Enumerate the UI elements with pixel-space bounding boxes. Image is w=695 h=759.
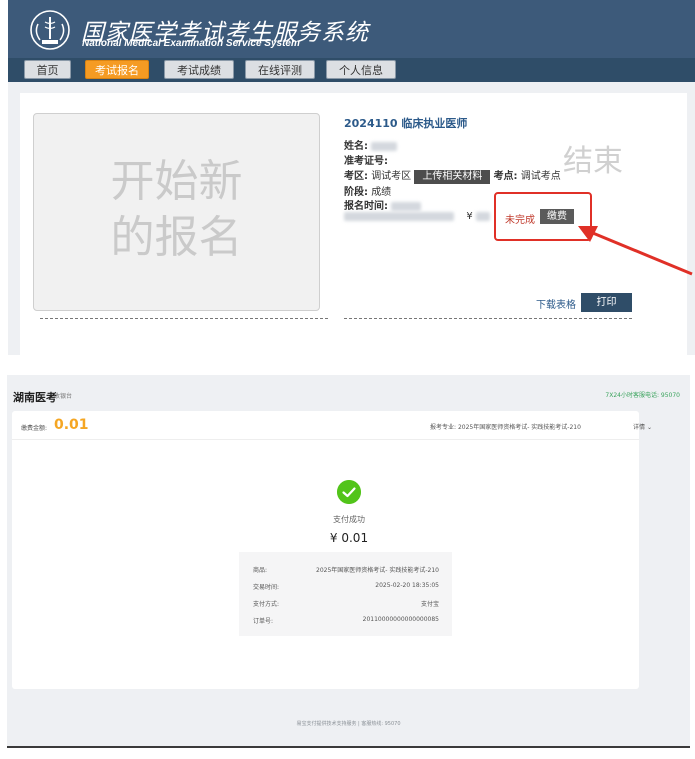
redacted-amount (475, 211, 490, 221)
site-header: 国家医学考试考生服务系统 National Medical Examinatio… (8, 0, 695, 58)
start-new-registration-card[interactable]: 开始新 的报名 (33, 113, 320, 311)
redacted-time (391, 201, 422, 211)
pay-fee-button[interactable]: 缴费 (540, 209, 574, 224)
medical-exam-emblem-icon (30, 10, 70, 50)
exam-title: 2024110 临床执业医师 (344, 117, 468, 130)
main-nav: 首页 考试报名 考试成绩 在线评测 个人信息 (8, 58, 695, 82)
redacted-fee-info (344, 211, 454, 221)
bottom-border (7, 746, 690, 748)
payment-footer: 易宝支付提供技术支持服务 | 客服热线: 95070 (296, 721, 401, 727)
payment-status: 未完成 (505, 215, 535, 226)
payment-status: 支付成功 (333, 515, 365, 524)
nav-exam-registration[interactable]: 考试报名 (85, 60, 149, 79)
divider (40, 318, 328, 319)
payment-amount: 0.01 (54, 417, 89, 433)
nav-exam-scores[interactable]: 考试成绩 (164, 60, 234, 79)
chevron-down-icon: ⌄ (646, 424, 652, 431)
start-new-registration-text: 开始新 的报名 (110, 156, 243, 263)
nav-home[interactable]: 首页 (24, 60, 71, 79)
stage-row: 阶段: 成绩 (344, 187, 392, 198)
annotation-arrow-icon (578, 226, 693, 276)
amount-label: 缴费金额: (21, 425, 48, 432)
info-row-time: 交易时间: 2025-02-20 18:35:05 (253, 582, 439, 591)
upload-materials-button[interactable]: 上传相关材料 (414, 170, 491, 184)
download-form-link[interactable]: 下载表格 (536, 296, 576, 311)
detail-toggle[interactable]: 详情 ⌄ (633, 422, 652, 431)
nav-personal-info[interactable]: 个人信息 (326, 60, 396, 79)
info-row-method: 支付方式: 支付宝 (253, 601, 439, 608)
print-button[interactable]: 打印 (581, 293, 632, 312)
name-row: 姓名: (344, 137, 398, 152)
cashier-label: 收银台 (54, 393, 73, 400)
region-row: 考区: 调试考区 上传相关材料 考点: 调试考点 (344, 170, 561, 184)
site-subtitle: National Medical Examination Service Sys… (82, 38, 300, 49)
redacted-name (371, 141, 398, 151)
fee-row: ¥ (344, 211, 490, 222)
divider (12, 439, 639, 440)
divider (344, 318, 632, 319)
nav-online-assessment[interactable]: 在线评测 (245, 60, 315, 79)
payment-result-screenshot: 湖南医考 收银台 7X24小时客服电话: 95070 缴费金额: 0.01 报考… (7, 375, 690, 747)
ended-stamp: 结束 (563, 144, 623, 179)
success-check-icon (337, 480, 361, 504)
paid-amount: ¥ 0.01 (329, 531, 369, 545)
exam-subject: 报考专业: 2025年国家医师资格考试- 实践技能考试-210 (430, 424, 581, 431)
payment-card (12, 411, 639, 689)
info-row-product: 商品: 2025年国家医师资格考试- 实践技能考试-210 (253, 567, 439, 574)
ticket-row: 准考证号: (344, 156, 388, 167)
info-row-order: 订单号: 20110000000000000085 (253, 616, 439, 625)
time-row: 报名时间: (344, 197, 422, 212)
transaction-info: 商品: 2025年国家医师资格考试- 实践技能考试-210 交易时间: 2025… (239, 552, 452, 636)
service-hotline: 7X24小时客服电话: 95070 (605, 392, 680, 399)
payment-brand: 湖南医考 (13, 391, 57, 404)
